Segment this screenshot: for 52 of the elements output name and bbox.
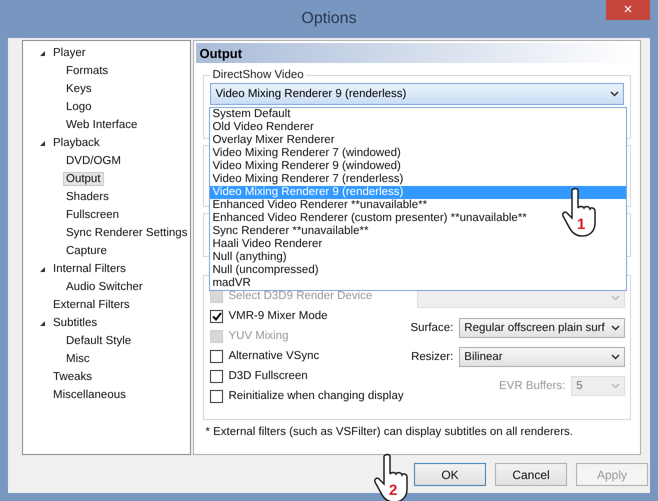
- tree-item[interactable]: Player: [50, 46, 89, 60]
- tree-item[interactable]: Fullscreen: [63, 208, 122, 222]
- caret-icon: [611, 325, 620, 331]
- checkbox-label: Select D3D9 Render Device: [228, 290, 372, 302]
- field-label: EVR Buffers:: [499, 380, 566, 392]
- tree-item[interactable]: Playback: [50, 136, 103, 150]
- checkbox-label: D3D Fullscreen: [228, 370, 308, 382]
- tree-item[interactable]: Logo: [63, 100, 95, 114]
- expand-icon[interactable]: [39, 140, 46, 146]
- checkbox[interactable]: [210, 310, 224, 322]
- checkbox[interactable]: [210, 350, 224, 362]
- expand-icon[interactable]: [39, 266, 46, 272]
- tree-item[interactable]: Web Interface: [63, 118, 140, 132]
- caret-icon: [611, 354, 620, 360]
- caret-icon: [610, 91, 620, 97]
- step-number: 2: [389, 482, 398, 499]
- tree-item[interactable]: Default Style: [63, 334, 134, 348]
- checkbox-label: YUV Mixing: [228, 330, 289, 342]
- caret-icon: [611, 383, 620, 389]
- tree-item[interactable]: Capture: [63, 244, 110, 258]
- expand-icon[interactable]: [39, 50, 46, 56]
- select-field[interactable]: Regular offscreen plain surf: [459, 318, 626, 338]
- renderer-dropdown[interactable]: Video Mixing Renderer 9 (renderless): [210, 83, 624, 105]
- tree-item[interactable]: Misc: [63, 352, 93, 366]
- checkbox[interactable]: [210, 370, 224, 382]
- tree-item[interactable]: Shaders: [63, 190, 112, 204]
- tree-item[interactable]: Sync Renderer Settings: [63, 226, 190, 240]
- checkbox-label: Reinitialize when changing display: [228, 390, 404, 402]
- window-title: Options: [301, 10, 357, 28]
- tree-item[interactable]: Keys: [63, 82, 95, 96]
- field-label: Surface:: [410, 322, 454, 334]
- dialog-button[interactable]: OK: [414, 463, 486, 486]
- tree-item[interactable]: Internal Filters: [50, 262, 129, 276]
- tree-item[interactable]: DVD/OGM: [63, 154, 124, 168]
- close-button[interactable]: ×: [606, 0, 650, 20]
- checkbox-label: VMR-9 Mixer Mode: [228, 310, 328, 322]
- checkbox-label: Alternative VSync: [228, 350, 320, 362]
- group-label: DirectShow Video: [211, 69, 305, 81]
- footnote: * External filters (such as VSFilter) can display subtitles on all renderers.: [205, 426, 574, 438]
- tree-item[interactable]: Subtitles: [50, 316, 100, 330]
- checkbox[interactable]: [210, 390, 224, 402]
- field-label: Resizer:: [411, 351, 454, 363]
- tree-item[interactable]: Output: [63, 172, 104, 186]
- tree-item[interactable]: Formats: [63, 64, 112, 78]
- tree-item[interactable]: External Filters: [50, 298, 133, 312]
- tree-item[interactable]: Tweaks: [50, 370, 95, 384]
- dialog-button[interactable]: Cancel: [495, 463, 567, 486]
- select-field[interactable]: Bilinear: [459, 347, 626, 367]
- tree-item[interactable]: Miscellaneous: [50, 388, 129, 402]
- expand-icon[interactable]: [39, 320, 46, 326]
- caret-icon: [611, 295, 620, 301]
- tree-item[interactable]: Audio Switcher: [63, 280, 146, 294]
